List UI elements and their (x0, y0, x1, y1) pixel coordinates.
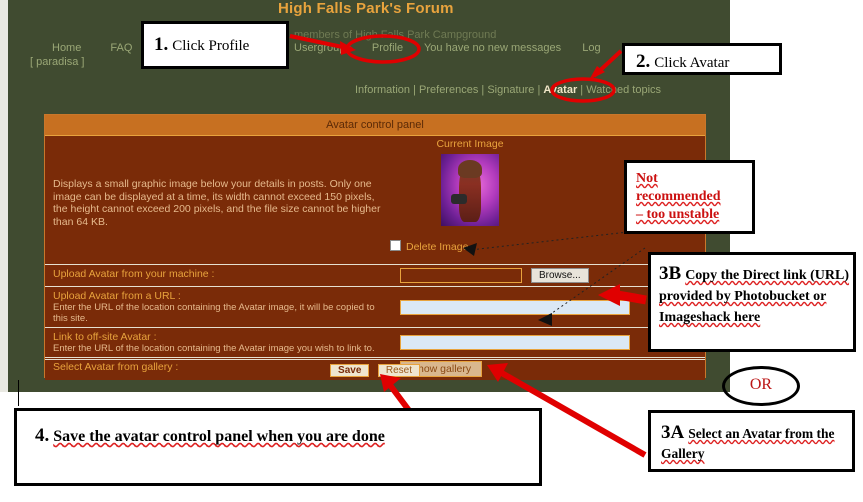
username-tag: [ paradisa ] (30, 56, 85, 68)
label-upload-from-machine: Upload Avatar from your machine : (45, 265, 390, 286)
delete-image-checkbox[interactable] (390, 240, 401, 251)
annotation-step3b-text: Copy the Direct link (URL) provided by P… (659, 268, 850, 325)
tab-sep-4: | (580, 84, 584, 96)
upload-url-input[interactable] (400, 299, 630, 315)
delete-image-row[interactable]: Delete Image (390, 240, 560, 253)
annotation-warning: Not recommended – too unstable (624, 160, 755, 234)
profile-tabs: Information | Preferences | Signature | … (355, 84, 661, 96)
panel-body: Displays a small graphic image below you… (45, 136, 705, 380)
annotation-step2-number: 2. (636, 51, 651, 72)
label-subtext: Enter the URL of the location containing… (53, 343, 375, 354)
avatar-rules-text: Displays a small graphic image below you… (53, 178, 381, 228)
nav-home[interactable]: Home (52, 42, 81, 54)
tab-preferences[interactable]: Preferences (419, 84, 478, 96)
text-caret (18, 380, 19, 406)
avatar-control-panel: Avatar control panel Displays a small gr… (44, 114, 706, 380)
left-gutter (0, 0, 8, 392)
label-text: Link to off-site Avatar : (53, 331, 157, 343)
row-upload-from-url: Upload Avatar from a URL : Enter the URL… (45, 286, 705, 327)
row-upload-from-machine: Upload Avatar from your machine : Browse… (45, 264, 705, 286)
annotation-step3b-number: 3B (659, 263, 682, 284)
annotation-step2: 2. Click Avatar (622, 43, 782, 75)
tab-avatar[interactable]: Avatar (543, 84, 577, 96)
panel-footer: Save Reset (45, 359, 705, 378)
label-upload-from-url: Upload Avatar from a URL : Enter the URL… (45, 287, 390, 327)
annotation-step4: 4. Save the avatar control panel when yo… (14, 408, 542, 486)
annotation-step1-number: 1. (154, 34, 169, 55)
nav-faq[interactable]: FAQ (110, 42, 132, 54)
nav-logout[interactable]: Log (582, 42, 600, 54)
nav-usergroups[interactable]: Usergroups (294, 42, 351, 54)
annotation-warning-line1: Not (636, 171, 658, 186)
delete-image-label: Delete Image (406, 241, 469, 253)
tab-information[interactable]: Information (355, 84, 410, 96)
label-text: Upload Avatar from your machine : (53, 268, 215, 280)
tab-sep-2: | (481, 84, 485, 96)
top-nav: Usergroups Profile You have no new messa… (294, 42, 619, 54)
annotation-step3a-number: 3A (661, 422, 685, 443)
label-subtext: Enter the URL of the location containing… (53, 302, 375, 324)
annotation-warning-line2: recommended (636, 189, 721, 204)
offsite-url-input[interactable] (400, 335, 630, 350)
reset-button[interactable]: Reset (377, 364, 420, 377)
annotation-step3a: 3A Select an Avatar from the Gallery (648, 410, 855, 472)
forum-subtitle: members of High Falls Park Campground (294, 29, 497, 41)
tab-signature[interactable]: Signature (487, 84, 534, 96)
label-offsite-avatar: Link to off-site Avatar : Enter the URL … (45, 328, 390, 357)
label-text: Upload Avatar from a URL : (53, 290, 181, 302)
panel-title: Avatar control panel (45, 115, 705, 136)
screenshot-root: High Falls Park's Forum members of High … (0, 0, 863, 502)
annotation-step3a-text: Select an Avatar from the Gallery (661, 426, 835, 461)
annotation-step3b: 3B Copy the Direct link (URL) provided b… (648, 252, 856, 352)
current-image-block: Current Image (390, 138, 550, 226)
annotation-warning-line3: – too unstable (636, 207, 720, 222)
annotation-or-badge: OR (722, 366, 800, 406)
annotation-step2-text: Click Avatar (654, 55, 730, 71)
annotation-step4-text: Save the avatar control panel when you a… (53, 428, 385, 445)
file-input[interactable] (400, 268, 522, 283)
tab-watched-topics[interactable]: Watched topics (586, 84, 661, 96)
nav-profile[interactable]: Profile (372, 42, 403, 54)
save-button[interactable]: Save (330, 364, 370, 377)
row-offsite-avatar: Link to off-site Avatar : Enter the URL … (45, 327, 705, 357)
page-title: High Falls Park's Forum (278, 0, 454, 17)
annotation-step4-number: 4. (35, 425, 50, 446)
tab-sep-1: | (413, 84, 416, 96)
tab-sep-3: | (537, 84, 541, 96)
current-image-label: Current Image (436, 138, 504, 150)
avatar-image (441, 154, 499, 226)
nav-messages[interactable]: You have no new messages (424, 42, 561, 54)
annotation-step1-text: Click Profile (172, 38, 250, 54)
annotation-step1: 1. Click Profile (141, 21, 289, 69)
browse-button[interactable]: Browse... (531, 268, 589, 283)
